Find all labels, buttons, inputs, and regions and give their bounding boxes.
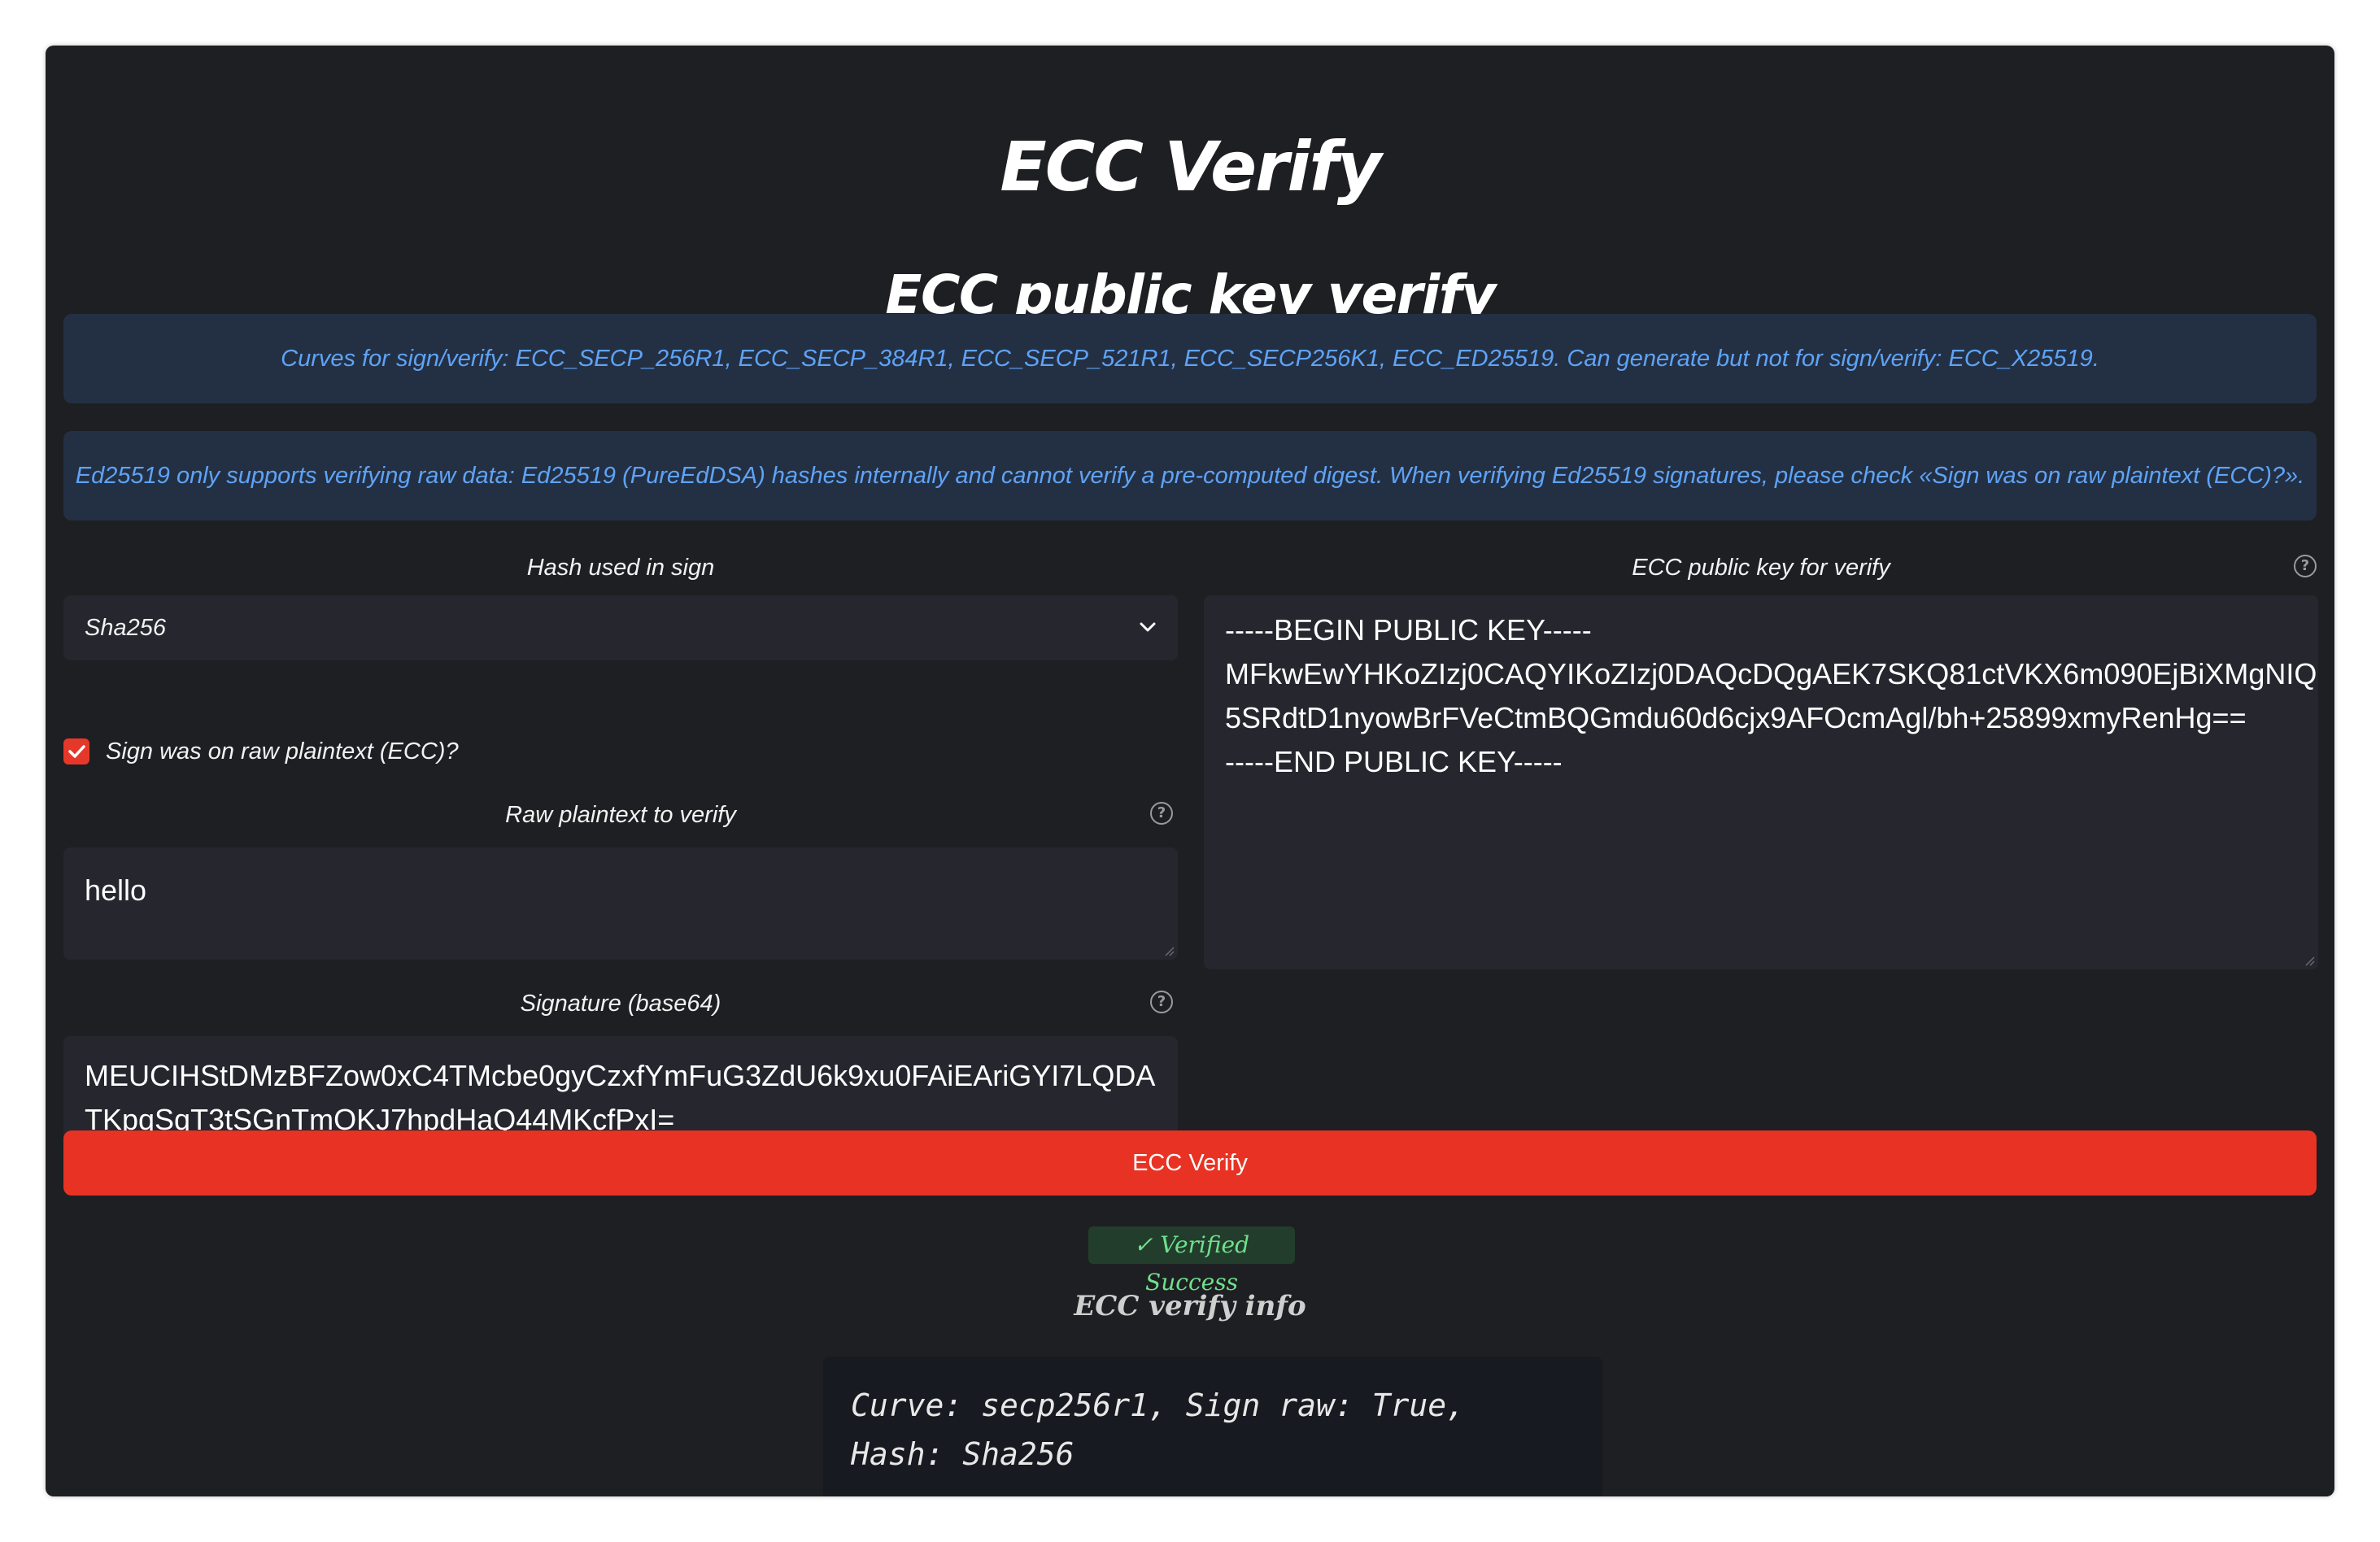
resize-grip-icon[interactable] [1162, 943, 1175, 956]
plaintext-label: Raw plaintext to verify [505, 802, 736, 828]
public-key-line: -----END PUBLIC KEY----- [1225, 745, 1563, 778]
resize-grip-icon[interactable] [2302, 953, 2315, 966]
page-title: ECC Verify [1000, 127, 1381, 207]
status-badge: ✓ Verified Success [1088, 1226, 1295, 1296]
public-key-line: 5SRdtD1nyowBrFVeCtmBQGmdu60d6cjx9AFOcmAg… [1225, 701, 2247, 734]
ed25519-info-text: Ed25519 only supports verifying raw data… [75, 462, 2305, 489]
plaintext-input[interactable]: hello [63, 847, 1178, 960]
help-icon[interactable]: ? [1150, 991, 1173, 1013]
hash-select[interactable]: Sha256 [63, 595, 1178, 660]
plaintext-value: hello [85, 873, 147, 907]
raw-plaintext-checkbox[interactable] [63, 738, 89, 764]
hash-label: Hash used in sign [526, 555, 715, 581]
public-key-line: MFkwEwYHKoZIzj0CAQYIKoZIzj0DAQcDQgAEK7SK… [1225, 657, 2318, 690]
curves-info-text: Curves for sign/verify: ECC_SECP_256R1, … [281, 345, 2099, 372]
public-key-input[interactable]: -----BEGIN PUBLIC KEY----- MFkwEwYHKoZIz… [1204, 595, 2318, 969]
chevron-down-icon [1140, 622, 1156, 632]
help-icon[interactable]: ? [1150, 802, 1173, 825]
public-key-label: ECC public key for verify [1632, 555, 1890, 581]
help-icon[interactable]: ? [2294, 555, 2317, 577]
verify-info-heading: ECC verify info [1074, 1290, 1306, 1322]
signature-label: Signature (base64) [520, 991, 721, 1017]
app-window: ECC Verify ECC public key verify Curves … [46, 46, 2334, 1496]
raw-plaintext-label: Sign was on raw plaintext (ECC)? [106, 738, 459, 764]
ed25519-info-box: Ed25519 only supports verifying raw data… [63, 431, 2317, 521]
hash-select-value: Sha256 [85, 615, 166, 641]
public-key-line: -----BEGIN PUBLIC KEY----- [1225, 613, 1592, 647]
check-icon [68, 745, 85, 758]
signature-value: MEUCIHStDMzBFZow0xC4TMcbe0gyCzxfYmFuG3Zd… [85, 1059, 1156, 1136]
curves-info-box: Curves for sign/verify: ECC_SECP_256R1, … [63, 314, 2317, 403]
ecc-verify-button[interactable]: ECC Verify [63, 1130, 2317, 1196]
verify-info-output: Curve: secp256r1, Sign raw: True, Hash: … [823, 1357, 1602, 1496]
